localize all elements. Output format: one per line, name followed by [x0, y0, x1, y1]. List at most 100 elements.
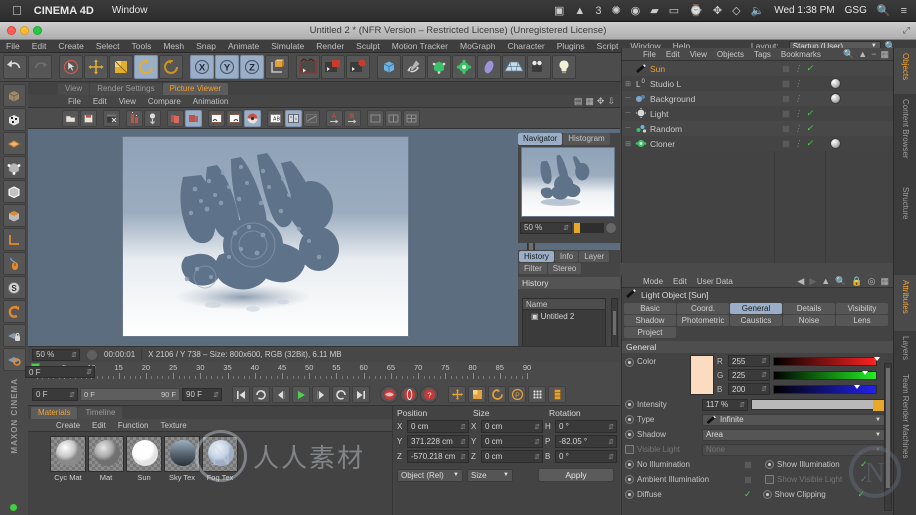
enable-axis-icon[interactable] — [2, 252, 26, 275]
no-illumination-checkbox[interactable] — [744, 460, 752, 469]
coord-size-x-field[interactable]: 0 cm ⇵ — [481, 420, 543, 433]
tab-photometric[interactable]: Photometric — [677, 315, 729, 326]
render-toggle-icon[interactable] — [782, 109, 790, 118]
render-toggle-icon[interactable] — [782, 94, 790, 103]
material-item[interactable]: Sky Tex — [164, 436, 200, 482]
material-item[interactable]: Mat — [88, 436, 124, 482]
menu-character[interactable]: Character — [501, 40, 550, 53]
pv-zoom-field[interactable]: 50 % ⇵ — [32, 348, 80, 361]
viewport-solo-icon[interactable] — [2, 300, 26, 323]
stepper-icon[interactable]: ⇵ — [739, 401, 745, 409]
rotate-alt-icon[interactable] — [159, 55, 183, 79]
tab-histogram[interactable]: Histogram — [563, 133, 610, 145]
menu-tools[interactable]: Tools — [126, 40, 158, 53]
record-active-objects-icon[interactable] — [380, 386, 398, 403]
coord-size-z-field[interactable]: 0 cm ⇵ — [481, 450, 543, 463]
soft-selection-icon[interactable]: S — [2, 276, 26, 299]
show-illumination-check-icon[interactable]: ✓ — [860, 459, 868, 470]
coord-rotation-h-field[interactable]: 0 ° ⇵ — [555, 420, 617, 433]
menu-snap[interactable]: Snap — [190, 40, 222, 53]
save-frame-icon[interactable] — [144, 109, 161, 127]
world-coordinate-icon[interactable] — [265, 55, 289, 79]
tab-timeline[interactable]: Timeline — [78, 407, 123, 419]
axis-mode-icon[interactable] — [2, 228, 26, 251]
object-tag-icon[interactable] — [830, 138, 841, 149]
channel-b-slider[interactable] — [773, 384, 877, 394]
lock-icon[interactable]: 🔒 — [851, 276, 862, 287]
coord-rotation-p-field[interactable]: -82.05 ° ⇵ — [555, 435, 617, 448]
render-region-icon[interactable] — [321, 55, 345, 79]
mat-menu-edit[interactable]: Edit — [86, 421, 112, 430]
channel-r-slider[interactable] — [773, 356, 880, 366]
tab-caustics[interactable]: Caustics — [730, 315, 782, 326]
object-row-light[interactable]: ─ Light ⋮ ✓ — [622, 106, 893, 121]
tab-info[interactable]: Info — [554, 251, 579, 262]
tab-stereo[interactable]: Stereo — [547, 263, 582, 274]
tab-layer[interactable]: Layer — [579, 251, 610, 262]
object-row-random[interactable]: ─ Random ⋮ ✓ — [622, 121, 893, 136]
tab-visibility[interactable]: Visibility — [836, 303, 888, 314]
rotate-icon[interactable] — [134, 55, 158, 79]
rendered-image[interactable] — [122, 136, 409, 337]
obj-menu-bookmarks[interactable]: Bookmarks — [776, 50, 826, 59]
vtab-structure[interactable]: Structure — [894, 182, 916, 242]
tab-noise[interactable]: Noise — [783, 315, 835, 326]
transport-end-frame[interactable]: 90 F ⇵ — [182, 388, 222, 401]
menu-render[interactable]: Render — [310, 40, 350, 53]
tab-picture-viewer[interactable]: Picture Viewer — [162, 83, 229, 95]
obj-menu-objects[interactable]: Objects — [712, 50, 749, 59]
attr-menu-mode[interactable]: Mode — [638, 277, 668, 286]
tab-details[interactable]: Details — [783, 303, 835, 314]
set-b-icon[interactable]: B — [344, 109, 361, 127]
color-swatch[interactable] — [690, 355, 714, 395]
intensity-slider[interactable] — [751, 399, 886, 411]
attr-menu-edit[interactable]: Edit — [668, 277, 692, 286]
coord-rotation-b-field[interactable]: 0 ° ⇵ — [555, 450, 617, 463]
move-panel-icon[interactable]: ✥ — [597, 96, 605, 107]
obj-menu-edit[interactable]: Edit — [661, 50, 685, 59]
enabled-check-icon[interactable]: ✓ — [806, 108, 814, 119]
polygons-mode-icon[interactable] — [2, 204, 26, 227]
visibility-dots-icon[interactable]: ⋮ — [794, 64, 802, 73]
navigator-thumbnail[interactable] — [521, 147, 615, 217]
mat-menu-function[interactable]: Function — [112, 421, 155, 430]
point-level-key-icon[interactable] — [528, 386, 546, 403]
notifications-icon[interactable]: ≡ — [901, 5, 907, 17]
stepper-icon[interactable]: ⇵ — [213, 391, 219, 399]
object-visibility-dots[interactable]: ⋮ ✓ — [782, 108, 814, 119]
set-a-icon[interactable]: A — [326, 109, 343, 127]
forward-arrow-icon[interactable]: ▶ — [809, 276, 816, 287]
object-row-background[interactable]: ─ Background ⋮ — [622, 91, 893, 106]
stepper-icon[interactable]: ⇵ — [86, 368, 92, 376]
spline-pen-icon[interactable] — [402, 55, 426, 79]
search-icon[interactable]: 🔍 — [843, 49, 854, 60]
play-icon[interactable] — [292, 386, 310, 403]
menu-mograph[interactable]: MoGraph — [454, 40, 501, 53]
stepper-icon[interactable]: ⇵ — [761, 371, 767, 379]
material-item[interactable]: Cyc Mat — [50, 436, 86, 482]
channel-b-field[interactable]: 200 ⇵ — [728, 383, 770, 395]
up-arrow-icon[interactable]: ▲ — [821, 276, 830, 286]
material-item[interactable]: Fog Tex — [202, 436, 238, 482]
object-row-studio-l[interactable]: ⊞ L0 Studio L ⋮ — [622, 76, 893, 91]
menu-file[interactable]: File — [0, 40, 26, 53]
attributes-scrollbar[interactable] — [884, 363, 892, 511]
coord-position-z-field[interactable]: -570.218 cm ⇵ — [407, 450, 469, 463]
visibility-dots-icon[interactable]: ⋮ — [794, 124, 802, 133]
channel-g-field[interactable]: 225 ⇵ — [728, 369, 770, 381]
view-quad-icon[interactable] — [403, 109, 420, 127]
layout-icon[interactable]: ▦ — [880, 276, 889, 287]
stepper-icon[interactable]: ⇵ — [563, 224, 569, 232]
pv-menu-edit[interactable]: Edit — [87, 97, 113, 106]
go-to-start-icon[interactable] — [232, 386, 250, 403]
move-icon[interactable] — [84, 55, 108, 79]
pv-menu-animation[interactable]: Animation — [187, 97, 235, 106]
transport-range-slider[interactable]: 0 F 90 F — [80, 388, 180, 401]
floor-icon[interactable] — [502, 55, 526, 79]
tab-materials[interactable]: Materials — [31, 407, 78, 419]
grid-panel-icon[interactable]: ▦ — [585, 96, 594, 107]
axis-z-icon[interactable]: Z — [240, 55, 264, 79]
stepper-icon[interactable]: ⇵ — [460, 423, 466, 431]
object-tag-icon[interactable] — [830, 93, 841, 104]
redo-icon[interactable] — [28, 55, 52, 79]
